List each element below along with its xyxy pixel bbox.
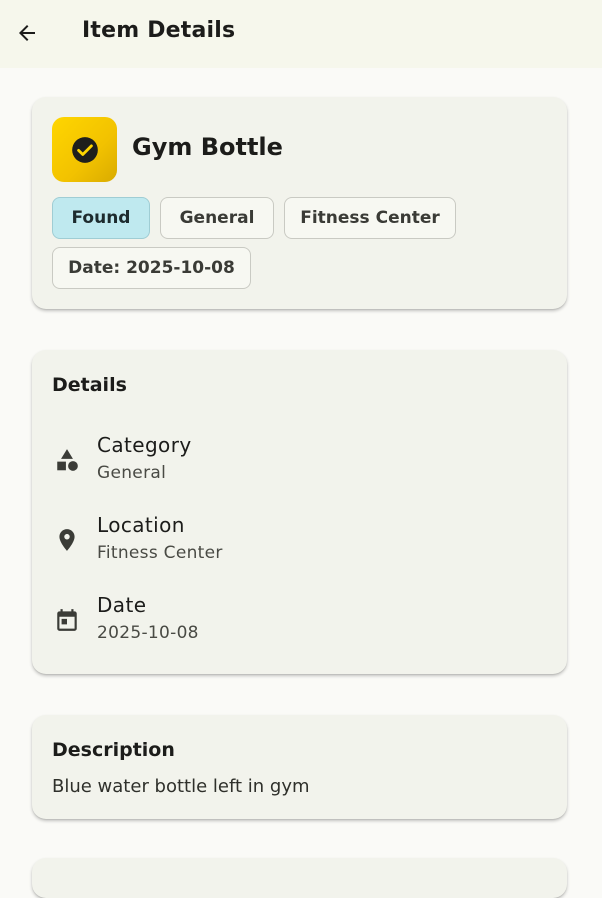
details-heading: Details [52, 374, 127, 396]
details-card: Details Category General Location Fitnes… [32, 350, 567, 674]
detail-label: Category [97, 433, 192, 457]
calendar-icon [52, 605, 82, 635]
description-text: Blue water bottle left in gym [52, 776, 310, 797]
detail-row-date: Date 2025-10-08 [52, 593, 547, 653]
arrow-back-icon [19, 25, 35, 41]
detail-row-category: Category General [52, 433, 547, 493]
back-button[interactable] [12, 18, 42, 48]
detail-row-location: Location Fitness Center [52, 513, 547, 573]
page-title: Item Details [82, 18, 236, 43]
detail-label: Date [97, 593, 147, 617]
item-name: Gym Bottle [132, 133, 283, 161]
check-circle-icon [71, 136, 98, 163]
location-chip[interactable]: Fitness Center [284, 197, 456, 239]
location-pin-icon [52, 525, 82, 555]
status-avatar [52, 117, 117, 182]
description-heading: Description [52, 739, 175, 761]
detail-value: 2025-10-08 [97, 623, 199, 643]
app-bar: Item Details [0, 0, 602, 68]
category-chip[interactable]: General [160, 197, 274, 239]
item-summary-card: Gym Bottle Found General Fitness Center … [32, 97, 567, 309]
detail-value: Fitness Center [97, 543, 223, 563]
status-chip[interactable]: Found [52, 197, 150, 239]
detail-value: General [97, 463, 167, 483]
description-card: Description Blue water bottle left in gy… [32, 715, 567, 819]
additional-card [32, 858, 567, 898]
detail-label: Location [97, 513, 185, 537]
date-chip[interactable]: Date: 2025-10-08 [52, 247, 251, 289]
category-shapes-icon [52, 445, 82, 475]
